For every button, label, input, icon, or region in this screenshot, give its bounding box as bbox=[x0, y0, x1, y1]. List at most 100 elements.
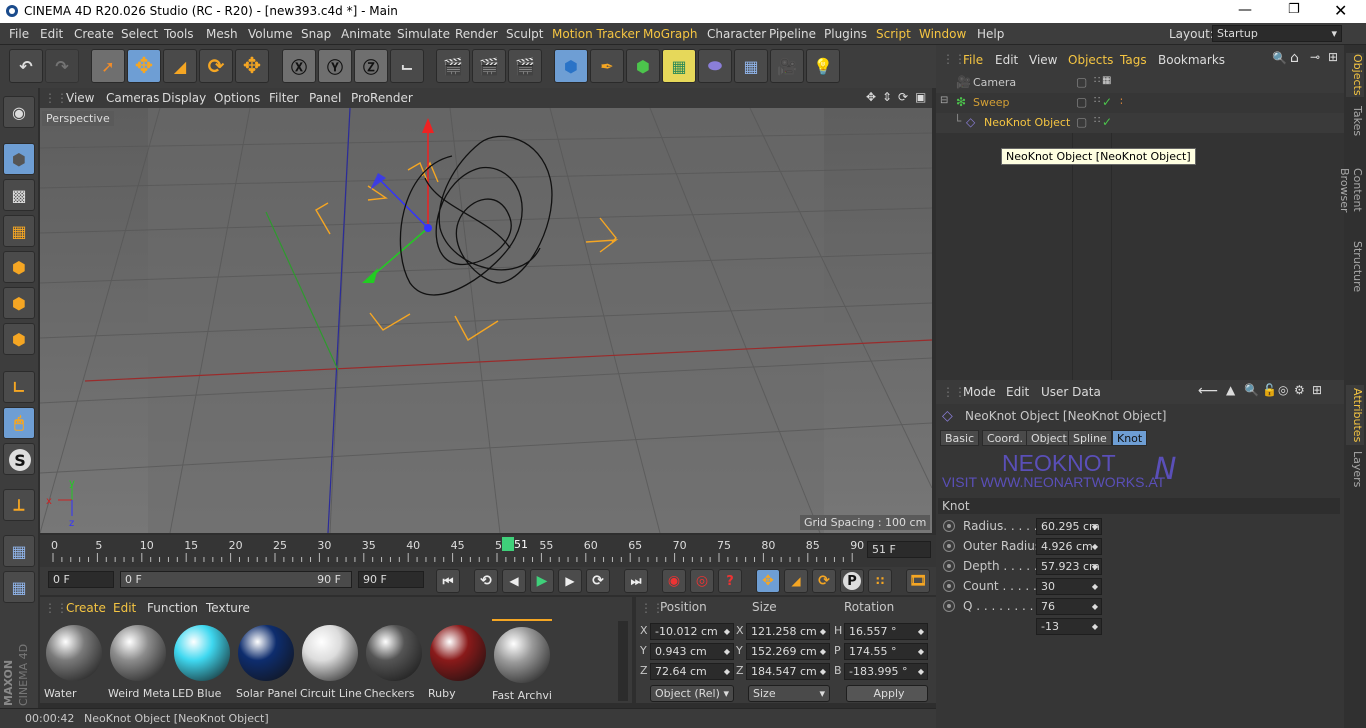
viewport-zoom-icon[interactable]: ⇕ bbox=[882, 90, 892, 104]
light-button[interactable]: 💡 bbox=[806, 49, 840, 83]
apply-button[interactable]: Apply bbox=[846, 685, 928, 702]
key-rotation-button[interactable]: ⟳ bbox=[812, 569, 836, 593]
viewport-menu-options[interactable]: Options bbox=[214, 91, 260, 105]
viewport-menu-filter[interactable]: Filter bbox=[269, 91, 299, 105]
key-scale-button[interactable]: ◢ bbox=[784, 569, 808, 593]
animate-param-radio[interactable] bbox=[943, 600, 955, 612]
settings-icon[interactable]: ⚙ bbox=[1294, 383, 1305, 397]
key-pla-button[interactable]: ∷ bbox=[868, 569, 892, 593]
attributes-menu-edit[interactable]: Edit bbox=[1006, 385, 1029, 399]
undo-button[interactable]: ↶ bbox=[9, 49, 43, 83]
material-scrollbar[interactable] bbox=[618, 621, 628, 701]
menu-file[interactable]: File bbox=[9, 27, 29, 41]
back-arrow-icon[interactable]: ⟵ bbox=[1198, 383, 1218, 399]
collapse-icon[interactable]: ⊟ bbox=[940, 95, 948, 106]
position-field[interactable]: 0.943 cm ◆ bbox=[650, 643, 734, 660]
stepper-icon[interactable]: ◆ bbox=[724, 664, 730, 679]
hierarchy-icon[interactable]: ⊸ bbox=[1310, 50, 1320, 64]
stepper-icon[interactable]: ◆ bbox=[1092, 619, 1098, 634]
layer-icon[interactable]: ▢ bbox=[1076, 75, 1087, 89]
keyframe-selection-button[interactable]: ? bbox=[718, 569, 742, 593]
tree-row-sweep[interactable]: ⊟ ❇ Sweep ▢ ∷ ✓ ∶ bbox=[936, 93, 1344, 113]
material-menu-edit[interactable]: Edit bbox=[113, 601, 136, 615]
menu-volume[interactable]: Volume bbox=[248, 27, 293, 41]
y-axis-lock-button[interactable]: Ⓨ bbox=[318, 49, 352, 83]
cloner-button[interactable]: ▦ bbox=[662, 49, 696, 83]
objects-menu-edit[interactable]: Edit bbox=[995, 53, 1018, 67]
z-axis-lock-button[interactable]: Ⓩ bbox=[354, 49, 388, 83]
menu-snap[interactable]: Snap bbox=[301, 27, 331, 41]
material-swatch[interactable]: Water bbox=[44, 619, 104, 701]
camera-button[interactable]: 🎥 bbox=[770, 49, 804, 83]
scale-button[interactable]: ◢ bbox=[163, 49, 197, 83]
side-tab-content-browser[interactable]: Content Browser bbox=[1338, 145, 1364, 235]
close-window-button[interactable]: ✕ bbox=[1334, 1, 1347, 20]
attribute-tab-coord[interactable]: Coord. bbox=[982, 430, 1028, 446]
layout-dropdown[interactable]: Startup ▾ bbox=[1212, 25, 1342, 42]
attribute-tab-knot[interactable]: Knot bbox=[1112, 430, 1148, 446]
timeline-playhead[interactable] bbox=[502, 537, 514, 551]
material-swatch[interactable]: Checkers bbox=[364, 619, 424, 701]
up-arrow-icon[interactable]: ▲ bbox=[1226, 383, 1235, 397]
play-button[interactable]: ▶ bbox=[530, 569, 554, 593]
viewport-maximize-icon[interactable]: ▣ bbox=[915, 90, 926, 104]
viewport-menu-cameras[interactable]: Cameras bbox=[106, 91, 159, 105]
attributes-menu-mode[interactable]: Mode bbox=[963, 385, 996, 399]
edges-mode-button[interactable]: ⬢ bbox=[3, 287, 35, 319]
material-swatch[interactable]: Solar Panel bbox=[236, 619, 297, 701]
deformer-button[interactable]: ⬬ bbox=[698, 49, 732, 83]
stepper-icon[interactable]: ◆ bbox=[1092, 579, 1098, 594]
stepper-icon[interactable]: ◆ bbox=[820, 644, 826, 659]
checkmark-icon[interactable]: ✓ bbox=[1102, 95, 1112, 109]
menu-plugins[interactable]: Plugins bbox=[824, 27, 867, 41]
next-frame-button[interactable]: ▶ bbox=[558, 569, 582, 593]
menu-script[interactable]: Script bbox=[876, 27, 911, 41]
timeline-window-button[interactable]: 🎞 bbox=[906, 569, 930, 593]
objects-menu-tags[interactable]: Tags bbox=[1120, 53, 1147, 67]
visibility-dots-icon[interactable]: ∷ bbox=[1094, 115, 1100, 126]
menu-create[interactable]: Create bbox=[74, 27, 114, 41]
prev-key-button[interactable]: ⟲ bbox=[474, 569, 498, 593]
material-swatch[interactable]: Fast Archvi bbox=[492, 619, 552, 702]
stepper-icon[interactable]: ◆ bbox=[918, 644, 924, 659]
param-field[interactable]: 4.926 cm ◆ bbox=[1036, 538, 1102, 555]
attribute-tab-spline[interactable]: Spline bbox=[1068, 430, 1112, 446]
rotation-field[interactable]: 174.55 ° ◆ bbox=[844, 643, 928, 660]
menu-help[interactable]: Help bbox=[977, 27, 1004, 41]
magnet-button[interactable]: ⟂ bbox=[3, 489, 35, 521]
tree-row-camera[interactable]: 🎥 Camera ▢ ∷ ▦ bbox=[936, 73, 1344, 93]
menu-character[interactable]: Character bbox=[707, 27, 766, 41]
menu-sculpt[interactable]: Sculpt bbox=[506, 27, 543, 41]
size-mode-dropdown[interactable]: Size ▾ bbox=[748, 685, 830, 702]
position-field[interactable]: -10.012 cm ◆ bbox=[650, 623, 734, 640]
layer-icon[interactable]: ▢ bbox=[1076, 95, 1087, 109]
subdivision-button[interactable]: ⬢ bbox=[626, 49, 660, 83]
search-icon[interactable]: 🔍 bbox=[1272, 51, 1287, 65]
material-swatch[interactable]: LED Blue bbox=[172, 619, 232, 701]
viewport-menu-view[interactable]: View bbox=[66, 91, 94, 105]
texture-mode-button[interactable]: ▩ bbox=[3, 179, 35, 211]
goto-end-button[interactable]: ⏭ bbox=[624, 569, 648, 593]
param-field[interactable]: 57.923 cm ◆ bbox=[1036, 558, 1102, 575]
floor-button[interactable]: ▦ bbox=[734, 49, 768, 83]
move-button[interactable]: ✥ bbox=[127, 49, 161, 83]
cube-button[interactable]: ⬢ bbox=[554, 49, 588, 83]
target-icon[interactable]: ◎ bbox=[1278, 383, 1288, 397]
make-editable-button[interactable]: ◉ bbox=[3, 96, 35, 128]
attribute-tab-object[interactable]: Object bbox=[1026, 430, 1072, 446]
material-tag-icon[interactable]: ∶ bbox=[1120, 95, 1123, 108]
render-view-button[interactable]: 🎬 bbox=[436, 49, 470, 83]
attributes-menu-user-data[interactable]: User Data bbox=[1041, 385, 1101, 399]
pen-button[interactable]: ✒ bbox=[590, 49, 624, 83]
goto-start-button[interactable]: ⏮ bbox=[436, 569, 460, 593]
material-menu-create[interactable]: Create bbox=[66, 601, 106, 615]
model-mode-button[interactable]: ⬢ bbox=[3, 143, 35, 175]
size-field[interactable]: 184.547 cm ◆ bbox=[746, 663, 830, 680]
menu-tools[interactable]: Tools bbox=[164, 27, 194, 41]
home-icon[interactable]: ⌂ bbox=[1290, 50, 1299, 66]
minimize-button[interactable]: — bbox=[1238, 2, 1252, 18]
restore-button[interactable]: ❐ bbox=[1288, 2, 1300, 17]
live-selection-button[interactable]: ➚ bbox=[91, 49, 125, 83]
animate-param-radio[interactable] bbox=[943, 580, 955, 592]
objects-menu-view[interactable]: View bbox=[1029, 53, 1057, 67]
